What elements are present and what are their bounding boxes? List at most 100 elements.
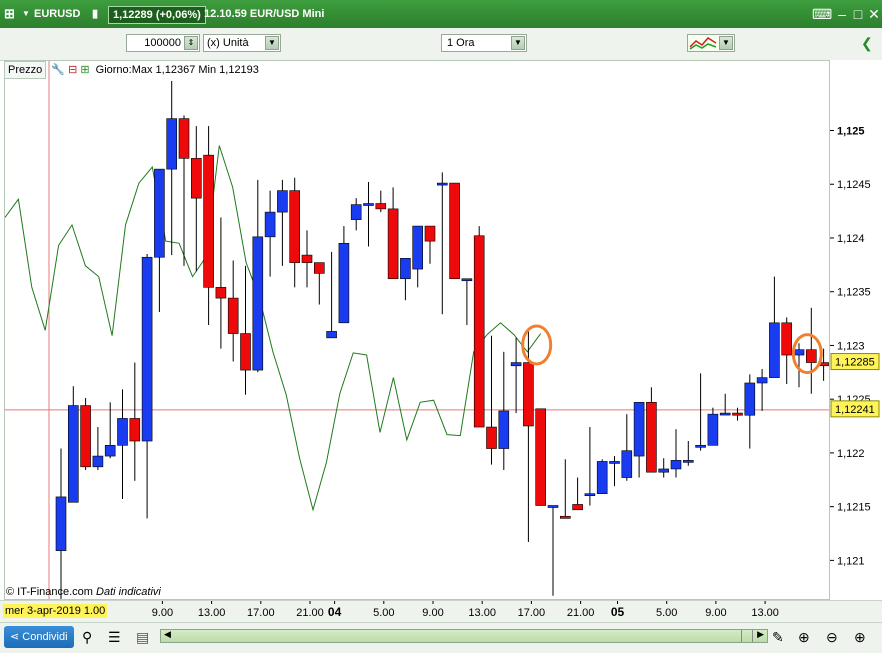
candle-up xyxy=(67,405,79,503)
candle-up xyxy=(769,322,780,378)
candle-up xyxy=(695,445,706,448)
indicator-icon[interactable]: ⚲ xyxy=(82,628,92,646)
crosshair-tool-icon[interactable]: ✎ xyxy=(772,628,784,646)
share-icon: ⋖ xyxy=(10,631,20,643)
chevron-down-icon[interactable]: ▼ xyxy=(265,36,279,50)
app-icon[interactable]: ⊞ xyxy=(4,0,15,28)
chart-area[interactable] xyxy=(4,60,830,600)
symbol-label[interactable]: EURUSD xyxy=(34,0,80,28)
zoom-in-icon[interactable]: ⊕ xyxy=(854,628,866,646)
candle-up xyxy=(350,204,362,220)
x-tick-label: 13.00 xyxy=(751,607,779,619)
zoom-out-icon[interactable]: ⊖ xyxy=(826,628,838,646)
candle-up xyxy=(682,460,694,463)
candle-down xyxy=(129,418,141,442)
zoom-fit-icon[interactable]: ⊕ xyxy=(798,628,810,646)
time-axis[interactable]: 9.00 13.00 17.00 21.00 04 5.00 9.00 13.00 17.00 2… xyxy=(0,600,882,623)
y-tick-label: 1,1215 xyxy=(837,502,871,514)
symbol-dropdown-icon[interactable]: ▼ xyxy=(22,0,30,28)
candle-down xyxy=(301,254,313,263)
price-chart[interactable] xyxy=(5,61,829,599)
candle-up xyxy=(326,331,337,339)
candle-down xyxy=(559,515,571,519)
candle-down xyxy=(732,412,743,416)
unit-select[interactable]: (x) Unità ▼ xyxy=(203,34,281,52)
chart-toolbar: 100000 ⇕ (x) Unità ▼ 1 Ora ▼ ▼ ❮ xyxy=(0,28,882,61)
last-price-badge: 1,12289 (+0,06%) xyxy=(108,6,206,24)
last-price-tag-text: 1,12285 xyxy=(835,357,875,369)
candle-up xyxy=(510,362,522,367)
candle-up xyxy=(400,258,411,280)
x-tick-label: 9.00 xyxy=(705,607,726,619)
candle-up xyxy=(633,402,645,457)
list-icon[interactable]: ☰ xyxy=(108,628,121,646)
x-tick-label: 9.00 xyxy=(152,607,173,619)
candle-down xyxy=(535,408,547,506)
price-axis[interactable]: 1,125 1,1245 1,124 1,1235 1,123 1,1225 1,122 1,… xyxy=(830,60,882,600)
y-tick-label: 1,1235 xyxy=(837,287,871,299)
crosshair-date-label: mer 3-apr-2019 1.00 xyxy=(3,604,108,618)
x-tick-label: 04 xyxy=(328,605,342,619)
scroll-handle[interactable] xyxy=(741,630,753,642)
candle-up xyxy=(436,182,448,186)
keyboard-icon[interactable]: ⌨ xyxy=(812,6,832,22)
candle-up xyxy=(793,349,805,356)
plus-icon[interactable]: ⊞ xyxy=(80,64,89,76)
panel-toggle-icon[interactable]: ❮ xyxy=(861,34,873,52)
share-button[interactable]: ⋖ Condividi xyxy=(4,626,74,648)
bottom-toolbar: ⋖ Condividi ⚲ ☰ ▤ ◀ ▶ ✎ ⊕ ⊖ ⊕ xyxy=(0,622,882,653)
minus-icon[interactable]: ⊟ xyxy=(68,64,77,76)
minimize-icon[interactable]: – xyxy=(834,6,850,22)
x-tick-label: 13.00 xyxy=(198,607,226,619)
candle-up xyxy=(338,242,350,324)
candle-down xyxy=(240,333,251,371)
y-tick-label: 1,123 xyxy=(837,340,865,352)
tools-icon[interactable]: ▤ xyxy=(136,628,149,646)
y-tick-label: 1,1245 xyxy=(837,179,871,191)
candle-up xyxy=(277,190,288,213)
candle-up xyxy=(154,168,165,258)
chevron-down-icon[interactable]: ▼ xyxy=(511,36,525,50)
time-axis-labels: 9.00 13.00 17.00 21.00 04 5.00 9.00 13.00 17.00 2… xyxy=(152,601,779,619)
scroll-right-icon[interactable]: ▶ xyxy=(757,629,764,640)
quantity-stepper-icon[interactable]: ⇕ xyxy=(184,36,198,50)
chart-scrollbar[interactable]: ◀ ▶ xyxy=(160,629,768,643)
candle-down xyxy=(646,402,657,473)
price-flag-icon: ▮ xyxy=(92,8,99,20)
candle-up xyxy=(719,412,731,416)
prezzo-label[interactable]: Prezzo xyxy=(4,61,47,79)
y-tick-label: 1,121 xyxy=(837,555,865,567)
unit-value: (x) Unità xyxy=(207,37,249,49)
candle-down xyxy=(227,297,239,334)
copyright-text: © IT-Finance.com xyxy=(6,586,93,598)
x-tick-label: 21.00 xyxy=(296,607,324,619)
scroll-left-icon[interactable]: ◀ xyxy=(164,629,171,640)
candle-up xyxy=(166,118,177,170)
candle-down xyxy=(375,203,387,210)
chevron-down-icon[interactable]: ▼ xyxy=(719,36,733,50)
y-tick-label: 1,124 xyxy=(837,233,865,245)
window-titlebar: ⊞ ▼ EURUSD ▮ 1,12289 (+0,06%) 12.10.59 E… xyxy=(0,0,882,28)
candle-up xyxy=(744,382,756,416)
candle-down xyxy=(80,405,91,468)
candle-up xyxy=(264,211,276,238)
candle-up xyxy=(141,256,153,442)
candle-up xyxy=(756,377,768,384)
candle-down xyxy=(289,190,301,263)
candle-down xyxy=(473,235,485,428)
timeframe-select[interactable]: 1 Ora ▼ xyxy=(441,34,527,52)
candle-up xyxy=(412,225,424,270)
chart-type-button[interactable]: ▼ xyxy=(687,34,735,52)
y-tick-label: 1,122 xyxy=(837,448,865,460)
chart-type-icon xyxy=(689,37,717,50)
quantity-input[interactable]: 100000 ⇕ xyxy=(126,34,200,52)
close-icon[interactable]: ✕ xyxy=(866,6,882,22)
candle-down xyxy=(781,322,793,356)
candle-up xyxy=(621,450,633,478)
day-range-text: Giorno:Max 1,12367 Min 1,12193 xyxy=(95,64,259,76)
x-tick-label: 17.00 xyxy=(518,607,546,619)
wrench-icon[interactable]: 🔧 xyxy=(51,64,65,76)
candle-up xyxy=(92,455,104,468)
maximize-icon[interactable]: □ xyxy=(850,6,866,22)
candle-up xyxy=(609,461,620,464)
